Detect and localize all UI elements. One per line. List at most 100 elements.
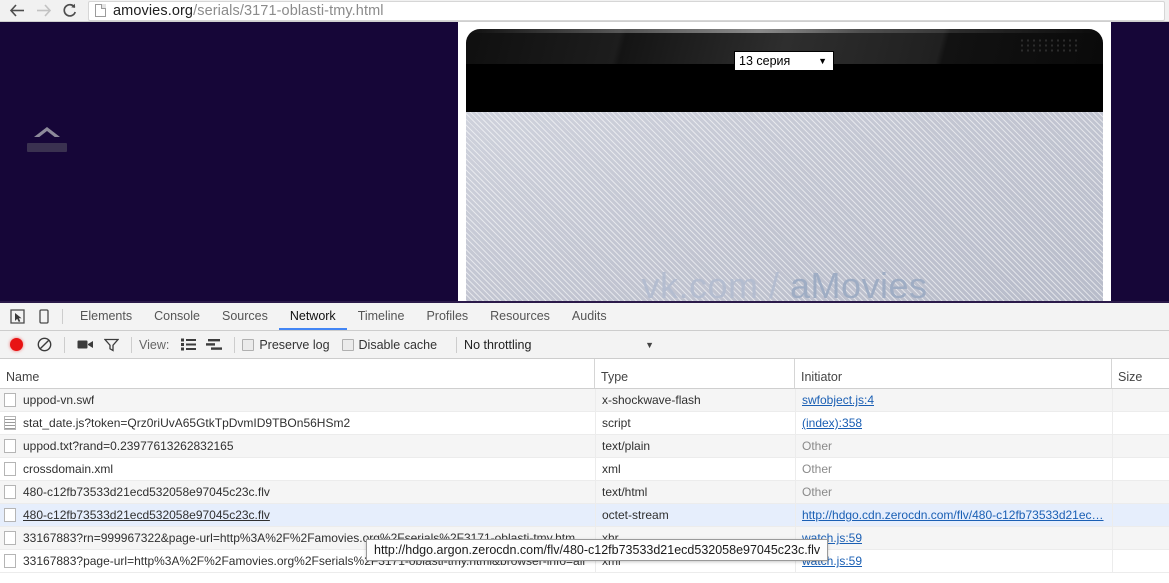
inspect-element-icon[interactable] bbox=[4, 303, 30, 330]
throttling-select[interactable]: No throttling ▼ bbox=[464, 338, 664, 352]
cell-size bbox=[1112, 504, 1169, 526]
toolbar-divider bbox=[62, 309, 63, 324]
throttling-value: No throttling bbox=[464, 337, 532, 352]
checkbox-box bbox=[242, 338, 255, 351]
file-icon bbox=[4, 531, 16, 545]
checkbox-box bbox=[341, 338, 354, 351]
cell-type: text/html bbox=[595, 481, 795, 503]
disable-cache-checkbox[interactable]: Disable cache bbox=[341, 337, 438, 352]
preserve-log-checkbox[interactable]: Preserve log bbox=[242, 337, 330, 352]
cell-type: script bbox=[595, 412, 795, 434]
cell-name[interactable]: stat_date.js?token=Qrz0riUvA65GtkTpDvmID… bbox=[0, 412, 595, 434]
file-icon bbox=[4, 508, 16, 522]
cell-size bbox=[1112, 481, 1169, 503]
browser-toolbar: amovies.org/serials/3171-oblasti-tmy.htm… bbox=[0, 0, 1169, 22]
cell-name[interactable]: 480-c12fb73533d21ecd532058e97045c23c.flv bbox=[0, 504, 595, 526]
speaker-grill bbox=[1019, 38, 1081, 54]
preserve-log-label: Preserve log bbox=[259, 337, 330, 352]
toolbar-divider bbox=[456, 336, 458, 353]
initiator-link[interactable]: swfobject.js:4 bbox=[802, 393, 874, 407]
tab-console[interactable]: Console bbox=[143, 303, 211, 330]
tab-sources[interactable]: Sources bbox=[211, 303, 279, 330]
cell-type: x-shockwave-flash bbox=[595, 389, 795, 411]
tab-network[interactable]: Network bbox=[278, 303, 347, 330]
file-icon bbox=[4, 462, 16, 476]
player-watermark: vk.com / aMovies bbox=[466, 265, 1103, 301]
cell-initiator[interactable]: swfobject.js:4 bbox=[795, 389, 1112, 411]
initiator-link[interactable]: (index):358 bbox=[802, 416, 862, 430]
reload-button[interactable] bbox=[56, 1, 82, 21]
disable-cache-label: Disable cache bbox=[358, 337, 438, 352]
table-row[interactable]: uppod-vn.swf x-shockwave-flash swfobject.j… bbox=[0, 389, 1169, 412]
cell-name[interactable]: uppod.txt?rand=0.23977613262832165 bbox=[0, 435, 595, 457]
player-screen[interactable]: vk.com / aMovies bbox=[466, 112, 1103, 301]
url-text: amovies.org/serials/3171-oblasti-tmy.htm… bbox=[113, 3, 384, 19]
address-bar[interactable]: amovies.org/serials/3171-oblasti-tmy.htm… bbox=[88, 0, 1165, 21]
cell-type: text/plain bbox=[595, 435, 795, 457]
watermark-prefix: vk.com / bbox=[641, 265, 790, 301]
initiator-text: Other bbox=[802, 439, 833, 453]
amovies-logo[interactable] bbox=[27, 127, 67, 152]
cell-size bbox=[1112, 412, 1169, 434]
column-header-name[interactable]: Name bbox=[0, 359, 595, 388]
back-button[interactable] bbox=[4, 1, 30, 21]
request-name: uppod-vn.swf bbox=[23, 393, 95, 407]
file-icon bbox=[4, 393, 16, 407]
page-viewport: vk.com / aMovies 13 серия ▼ bbox=[0, 22, 1169, 301]
cell-initiator[interactable]: http://hdgo.cdn.zerocdn.com/flv/480-c12f… bbox=[795, 504, 1112, 526]
clear-icon[interactable] bbox=[31, 334, 57, 356]
network-toolbar: View: Preserve log Disable cache No thro… bbox=[0, 331, 1169, 359]
cell-size bbox=[1112, 550, 1169, 572]
chevron-down-icon: ▼ bbox=[818, 56, 827, 66]
tab-timeline[interactable]: Timeline bbox=[347, 303, 416, 330]
request-name: 480-c12fb73533d21ecd532058e97045c23c.flv bbox=[23, 508, 270, 522]
list-view-icon[interactable] bbox=[175, 334, 201, 356]
filter-icon[interactable] bbox=[98, 334, 124, 356]
cell-initiator[interactable]: watch.js:59 bbox=[795, 550, 1112, 572]
request-name: stat_date.js?token=Qrz0riUvA65GtkTpDvmID… bbox=[23, 416, 351, 430]
tab-audits[interactable]: Audits bbox=[561, 303, 618, 330]
script-file-icon bbox=[4, 416, 16, 430]
column-header-initiator[interactable]: Initiator bbox=[795, 359, 1112, 388]
page-document-icon bbox=[95, 4, 106, 17]
toolbar-divider bbox=[131, 336, 132, 353]
forward-button[interactable] bbox=[30, 1, 56, 21]
initiator-text: Other bbox=[802, 462, 833, 476]
toolbar-divider bbox=[234, 336, 236, 353]
device-toolbar-icon[interactable] bbox=[30, 303, 56, 330]
table-row[interactable]: crossdomain.xml xml Other bbox=[0, 458, 1169, 481]
cell-name[interactable]: 480-c12fb73533d21ecd532058e97045c23c.flv bbox=[0, 481, 595, 503]
cell-name[interactable]: crossdomain.xml bbox=[0, 458, 595, 480]
cell-initiator[interactable]: (index):358 bbox=[795, 412, 1112, 434]
table-row[interactable]: 480-c12fb73533d21ecd532058e97045c23c.flv… bbox=[0, 481, 1169, 504]
watermark-brand: aMovies bbox=[789, 265, 928, 301]
table-row[interactable]: uppod.txt?rand=0.23977613262832165 text/p… bbox=[0, 435, 1169, 458]
request-name: crossdomain.xml bbox=[23, 462, 114, 476]
capture-screenshots-icon[interactable] bbox=[72, 334, 98, 356]
column-header-type[interactable]: Type bbox=[595, 359, 795, 388]
column-header-size[interactable]: Size bbox=[1112, 359, 1169, 388]
table-header-row: Name Type Initiator Size bbox=[0, 359, 1169, 389]
table-row[interactable]: 480-c12fb73533d21ecd532058e97045c23c.flv… bbox=[0, 504, 1169, 527]
cell-size bbox=[1112, 458, 1169, 480]
cell-size bbox=[1112, 527, 1169, 549]
episode-select-value: 13 серия bbox=[739, 54, 791, 68]
initiator-text: Other bbox=[802, 485, 833, 499]
file-icon bbox=[4, 554, 16, 568]
cell-type: xml bbox=[595, 458, 795, 480]
tab-profiles[interactable]: Profiles bbox=[415, 303, 479, 330]
player-black-band bbox=[466, 64, 1103, 112]
cell-name[interactable]: uppod-vn.swf bbox=[0, 389, 595, 411]
episode-select[interactable]: 13 серия ▼ bbox=[734, 51, 834, 71]
record-button[interactable] bbox=[10, 338, 23, 351]
waterfall-view-icon[interactable] bbox=[201, 334, 227, 356]
cell-size bbox=[1112, 389, 1169, 411]
tab-resources[interactable]: Resources bbox=[479, 303, 561, 330]
tab-elements[interactable]: Elements bbox=[69, 303, 143, 330]
request-name: 480-c12fb73533d21ecd532058e97045c23c.flv bbox=[23, 485, 270, 499]
initiator-link[interactable]: http://hdgo.cdn.zerocdn.com/flv/480-c12f… bbox=[802, 508, 1104, 522]
table-row[interactable]: stat_date.js?token=Qrz0riUvA65GtkTpDvmID… bbox=[0, 412, 1169, 435]
chevron-up-icon bbox=[34, 127, 60, 138]
cell-type: octet-stream bbox=[595, 504, 795, 526]
cell-initiator[interactable]: watch.js:59 bbox=[795, 527, 1112, 549]
